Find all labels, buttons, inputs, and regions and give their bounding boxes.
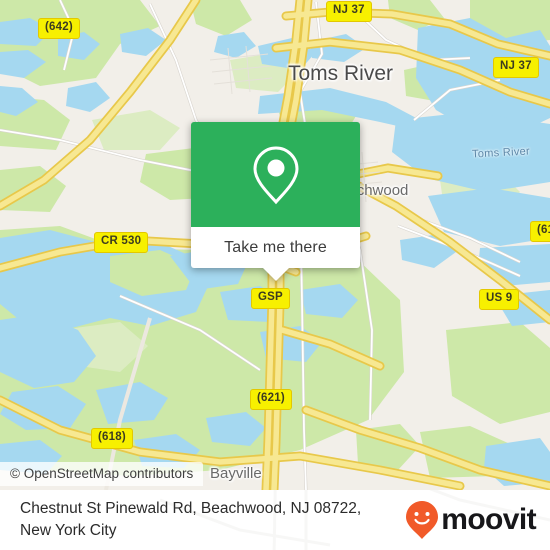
road-shield-gsp: GSP xyxy=(251,288,290,309)
popup-pointer-tail xyxy=(262,268,289,281)
road-shield-616-clipped: (61 xyxy=(530,221,550,242)
address-text: Chestnut St Pinewald Rd, Beachwood, NJ 0… xyxy=(20,498,361,542)
take-me-there-button[interactable]: Take me there xyxy=(224,239,327,257)
road-shield-618: (618) xyxy=(91,428,133,449)
location-popup-card[interactable]: Take me there xyxy=(191,122,360,281)
moovit-logo[interactable]: moovit xyxy=(405,500,537,540)
moovit-smiley-pin-icon xyxy=(406,501,439,539)
address-line-1: Chestnut St Pinewald Rd, Beachwood, NJ 0… xyxy=(20,500,362,517)
map-screenshot: Toms River Beachwood Bayville Toms River… xyxy=(0,0,550,550)
road-shield-nj37-east: NJ 37 xyxy=(493,57,539,78)
osm-attribution[interactable]: © OpenStreetMap contributors xyxy=(0,462,204,486)
footer-bar: Chestnut St Pinewald Rd, Beachwood, NJ 0… xyxy=(0,490,550,550)
road-shield-cr530: CR 530 xyxy=(94,232,149,253)
road-shield-nj37-north: NJ 37 xyxy=(326,1,372,22)
road-shield-621: (621) xyxy=(250,389,292,410)
map-pin-icon xyxy=(252,145,299,204)
moovit-wordmark: moovit xyxy=(441,503,536,536)
road-shield-642: (642) xyxy=(38,18,80,39)
address-line-2: New York City xyxy=(20,522,117,539)
map-canvas[interactable]: Toms River Beachwood Bayville Toms River… xyxy=(0,0,550,490)
popup-action-area[interactable]: Take me there xyxy=(191,227,360,281)
footer-content: Chestnut St Pinewald Rd, Beachwood, NJ 0… xyxy=(0,490,550,550)
road-shield-us9: US 9 xyxy=(479,289,520,310)
popup-icon-area xyxy=(191,122,360,227)
